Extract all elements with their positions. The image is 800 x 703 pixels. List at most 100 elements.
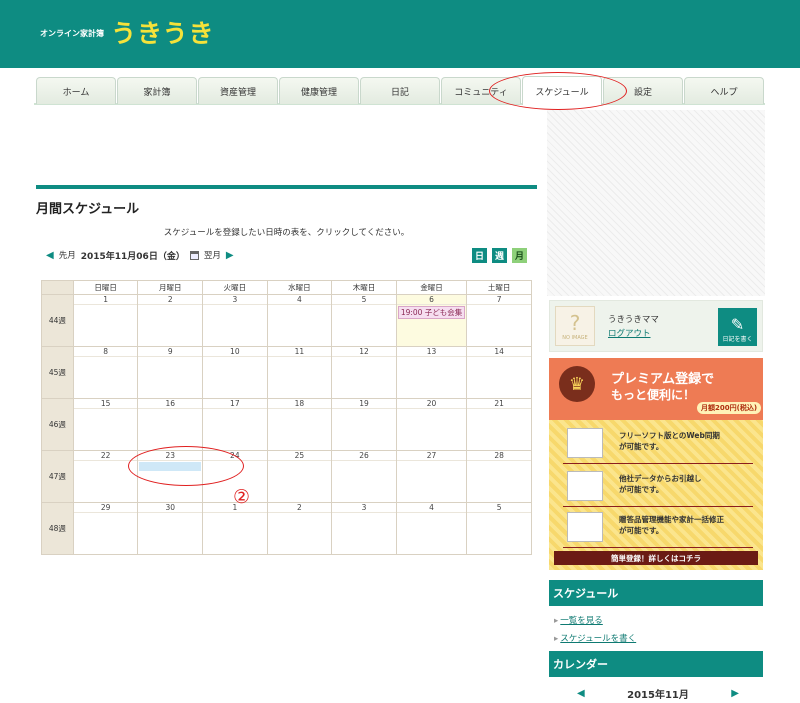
day-cell[interactable]: 8 (72, 346, 139, 399)
tab-help[interactable]: ヘルプ (684, 77, 764, 104)
prev-month-link[interactable]: 先月 (59, 249, 76, 261)
day-cell[interactable]: 5 (331, 294, 397, 347)
day-cell[interactable]: 5 (466, 502, 532, 555)
premium-banner[interactable]: ♛ プレミアム登録で もっと便利に！ 月額200円(税込) フリーソフト版とのW… (549, 358, 763, 570)
week-row: 45週 8 9 10 11 12 13 14 (41, 346, 532, 399)
calendar-picker-icon[interactable] (189, 250, 199, 260)
day-number: 14 (467, 347, 531, 357)
view-day-button[interactable]: 日 (472, 248, 487, 263)
day-number: 16 (138, 399, 203, 409)
schedule-write-link[interactable]: スケジュールを書く (554, 632, 636, 644)
day-cell[interactable]: 11 (266, 346, 333, 399)
day-number: 3 (332, 503, 396, 513)
day-cell[interactable]: 1 (202, 502, 268, 555)
day-number: 21 (467, 399, 531, 409)
day-cell[interactable]: 22 (72, 450, 139, 503)
instruction-text: スケジュールを登録したい日時の表を、クリックしてください。 (163, 228, 410, 238)
week-label: 47週 (41, 450, 74, 503)
day-cell[interactable]: 4 (266, 294, 333, 347)
premium-feature: 他社データからお引越し が可能です。 (563, 467, 753, 507)
day-cell[interactable]: 10 (202, 346, 268, 399)
day-cell[interactable]: 7 (466, 294, 532, 347)
day-cell[interactable]: 3 (202, 294, 268, 347)
day-cell[interactable]: 28 (466, 450, 532, 503)
month-nav: ◀ 先月 2015年11月06日（金） 翌月 ▶ (46, 248, 234, 262)
crown-icon: ♛ (559, 366, 595, 402)
mini-prev-arrow-icon[interactable]: ◀ (577, 688, 585, 699)
day-number: 4 (396, 503, 467, 513)
tab-health[interactable]: 健康管理 (279, 77, 359, 104)
day-cell[interactable]: 20 (395, 398, 468, 451)
day-cell[interactable]: 15 (72, 398, 139, 451)
weekday-header: 土曜日 (466, 280, 532, 295)
day-number: 1 (73, 295, 138, 305)
day-cell[interactable]: 3 (331, 502, 397, 555)
day-cell-today[interactable]: 6 19:00 子ども会集 (395, 294, 468, 347)
annotation-oval-day-cell (128, 446, 244, 486)
day-cell[interactable]: 21 (466, 398, 532, 451)
week-label: 46週 (41, 398, 74, 451)
schedule-list-link[interactable]: 一覧を見る (554, 614, 603, 626)
day-cell[interactable]: 9 (137, 346, 204, 399)
day-cell[interactable]: 12 (331, 346, 397, 399)
day-number: 25 (267, 451, 332, 461)
next-month-arrow-icon[interactable]: ▶ (226, 250, 234, 261)
day-number: 13 (396, 347, 467, 357)
day-cell[interactable]: 25 (266, 450, 333, 503)
day-cell[interactable]: 13 (395, 346, 468, 399)
day-number: 2 (267, 503, 332, 513)
schedule-event[interactable]: 19:00 子ども会集 (397, 306, 466, 319)
avatar: ? NO IMAGE (555, 306, 595, 346)
day-cell[interactable]: 4 (395, 502, 468, 555)
feature-line2: が可能です。 (619, 442, 664, 451)
premium-price: 月額200円 (701, 404, 737, 412)
day-number: 11 (267, 347, 332, 357)
day-number: 20 (396, 399, 467, 409)
day-cell[interactable]: 26 (331, 450, 397, 503)
day-cell[interactable]: 2 (137, 294, 204, 347)
day-number: 28 (467, 451, 531, 461)
page-title: 月間スケジュール (36, 202, 140, 217)
premium-price-badge: 月額200円(税込) (697, 402, 762, 414)
week-label: 45週 (41, 346, 74, 399)
day-cell[interactable]: 27 (395, 450, 468, 503)
day-cell[interactable]: 30 (137, 502, 204, 555)
day-cell[interactable]: 1 (72, 294, 139, 347)
day-number: 4 (267, 295, 332, 305)
view-month-button[interactable]: 月 (512, 248, 527, 263)
day-number: 5 (467, 503, 531, 513)
weekday-header: 水曜日 (266, 280, 333, 295)
view-week-button[interactable]: 週 (492, 248, 507, 263)
week-row: 44週 1 2 3 4 5 6 19:00 子ども会集 7 (41, 294, 532, 347)
schedule-box-title: スケジュール (549, 580, 763, 606)
view-switcher: 日 週 月 (472, 248, 527, 263)
day-cell[interactable]: 18 (266, 398, 333, 451)
day-cell[interactable]: 2 (266, 502, 333, 555)
feature-line2: が可能です。 (619, 485, 664, 494)
week-row: 48週 29 30 1 2 3 4 5 (41, 502, 532, 555)
premium-signup-button[interactable]: 簡単登録！詳しくはコチラ (554, 551, 758, 565)
prev-month-arrow-icon[interactable]: ◀ (46, 250, 54, 261)
tab-assets[interactable]: 資産管理 (198, 77, 278, 104)
weekday-header: 月曜日 (137, 280, 204, 295)
annotation-oval-schedule-tab (489, 72, 627, 110)
day-number: 29 (73, 503, 138, 513)
feature-line2: が可能です。 (619, 526, 664, 535)
day-cell[interactable]: 29 (72, 502, 139, 555)
tab-diary[interactable]: 日記 (360, 77, 440, 104)
day-cell[interactable]: 17 (202, 398, 268, 451)
mini-next-arrow-icon[interactable]: ▶ (731, 688, 739, 699)
tab-household-account[interactable]: 家計簿 (117, 77, 197, 104)
profile-name: うきうきママ (608, 315, 659, 325)
day-cell[interactable]: 14 (466, 346, 532, 399)
day-cell[interactable]: 19 (331, 398, 397, 451)
next-month-link[interactable]: 翌月 (204, 249, 221, 261)
day-cell[interactable]: 16 (137, 398, 204, 451)
current-date: 2015年11月06日（金） (80, 251, 185, 262)
logout-link[interactable]: ログアウト (608, 327, 651, 339)
write-diary-button[interactable]: ✎ 日記を書く (718, 308, 757, 346)
feature-line1: 贈答品管理機能や家計一括修正 (619, 515, 724, 524)
tab-home[interactable]: ホーム (36, 77, 116, 104)
brand-logo[interactable]: うきうき (111, 14, 215, 50)
write-diary-label: 日記を書く (722, 336, 753, 343)
